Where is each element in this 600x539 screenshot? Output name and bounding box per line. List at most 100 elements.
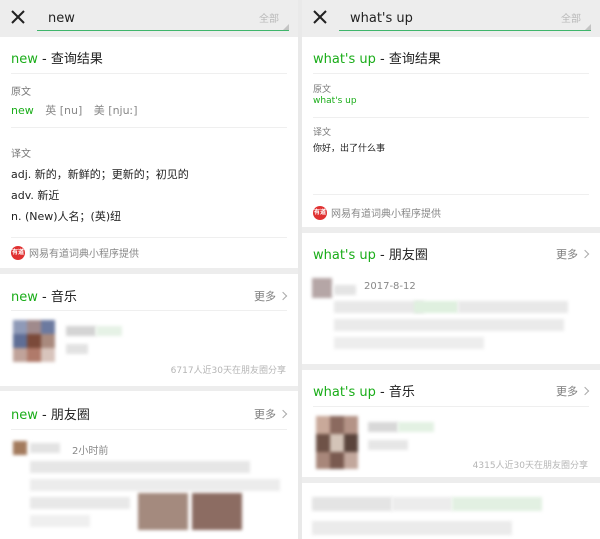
post-text-redacted xyxy=(30,479,280,491)
song-title-redacted xyxy=(66,326,96,336)
avatar[interactable] xyxy=(312,278,332,298)
music-share-stats: 4315人近30天在朋友圈分享 xyxy=(472,461,588,471)
scope-corner-icon xyxy=(283,24,289,30)
post-text-redacted xyxy=(334,337,484,349)
search-input[interactable] xyxy=(350,8,540,28)
username-redacted xyxy=(30,443,60,453)
song-artist-redacted xyxy=(66,344,88,354)
provider-row: 有道 网易有道词典小程序提供 xyxy=(11,245,139,260)
dictionary-card-title: new - 查询结果 xyxy=(11,48,103,67)
avatar[interactable] xyxy=(13,441,27,455)
source-label: 原文 xyxy=(11,87,31,98)
post-text-redacted xyxy=(30,515,90,527)
provider-row: 有道 网易有道词典小程序提供 xyxy=(313,205,441,220)
next-result-card[interactable] xyxy=(302,483,600,539)
scope-corner-icon xyxy=(585,24,591,30)
moments-title-suffix: - 朋友圈 xyxy=(37,408,90,423)
post-text-redacted xyxy=(30,461,250,473)
song-title-redacted xyxy=(96,326,122,336)
post-time: 2017-8-12 xyxy=(364,281,416,292)
dictionary-title-suffix: - 查询结果 xyxy=(375,52,441,67)
provider-text: 网易有道词典小程序提供 xyxy=(331,209,441,220)
music-keyword: what's up xyxy=(313,385,376,400)
chevron-right-icon xyxy=(278,409,288,419)
close-icon[interactable] xyxy=(310,7,330,27)
divider xyxy=(11,127,287,128)
music-more-link[interactable]: 更多 xyxy=(254,288,288,304)
divider xyxy=(313,117,589,118)
more-label: 更多 xyxy=(254,408,276,421)
close-icon[interactable] xyxy=(8,7,28,27)
song-title-redacted xyxy=(368,422,398,432)
post-text-redacted xyxy=(334,301,424,313)
divider xyxy=(313,406,589,407)
dictionary-card-title: what's up - 查询结果 xyxy=(313,48,441,67)
chevron-right-icon xyxy=(278,291,288,301)
moments-more-link[interactable]: 更多 xyxy=(556,246,590,262)
youdao-logo-icon: 有道 xyxy=(11,245,25,260)
music-share-stats: 6717人近30天在朋友圈分享 xyxy=(170,366,286,376)
divider xyxy=(11,73,287,74)
translation-label: 译文 xyxy=(313,128,332,138)
search-field[interactable]: 全部 xyxy=(37,5,289,31)
dictionary-card[interactable]: new - 查询结果 原文 new 英 [nu] 美 [njuː] 译文 adj… xyxy=(0,37,298,268)
more-label: 更多 xyxy=(556,248,578,261)
translation-label: 译文 xyxy=(11,149,31,160)
result-highlight-redacted xyxy=(452,497,542,511)
search-bar: 全部 xyxy=(0,0,298,36)
music-keyword: new xyxy=(11,290,38,305)
moments-more-link[interactable]: 更多 xyxy=(254,406,288,422)
moments-title-suffix: - 朋友圈 xyxy=(375,248,428,263)
youdao-logo-icon: 有道 xyxy=(313,205,327,220)
chevron-right-icon xyxy=(580,249,590,259)
album-thumbnail[interactable] xyxy=(13,320,55,362)
music-card-title: what's up - 音乐 xyxy=(313,381,415,400)
post-image[interactable] xyxy=(192,493,242,530)
chevron-right-icon xyxy=(580,386,590,396)
music-title-suffix: - 音乐 xyxy=(375,385,415,400)
divider xyxy=(11,310,287,311)
post-image[interactable] xyxy=(138,493,188,530)
username-redacted xyxy=(334,285,356,295)
more-label: 更多 xyxy=(556,385,578,398)
post-text-redacted xyxy=(30,497,130,509)
result-text-redacted xyxy=(312,521,512,535)
result-text-redacted xyxy=(312,497,392,511)
divider xyxy=(313,194,589,195)
search-input[interactable] xyxy=(48,8,238,28)
source-word: what's up xyxy=(313,96,357,106)
post-text-redacted xyxy=(334,319,564,331)
post-highlight-redacted xyxy=(414,301,458,313)
more-label: 更多 xyxy=(254,290,276,303)
source-line: new 英 [nu] 美 [njuː] xyxy=(11,102,138,118)
meaning-line: n. (New)人名；(英)纽 xyxy=(11,210,122,223)
search-field[interactable]: 全部 xyxy=(339,5,591,31)
song-title-redacted xyxy=(398,422,434,432)
phonetic-uk: 英 [nu] xyxy=(45,104,83,117)
music-card[interactable]: new - 音乐 更多 6717人近30天在朋友圈分享 xyxy=(0,274,298,386)
moments-card-title: what's up - 朋友圈 xyxy=(313,244,428,263)
music-more-link[interactable]: 更多 xyxy=(556,383,590,399)
search-scope-label[interactable]: 全部 xyxy=(259,10,279,25)
search-scope-label[interactable]: 全部 xyxy=(561,10,581,25)
divider xyxy=(11,237,287,238)
music-card[interactable]: what's up - 音乐 更多 4315人近30天在朋友圈分享 xyxy=(302,370,600,477)
source-word: new xyxy=(11,104,34,117)
moments-card[interactable]: new - 朋友圈 更多 2小时前 xyxy=(0,391,298,539)
result-text-redacted xyxy=(392,497,452,511)
source-label: 原文 xyxy=(313,85,332,95)
dictionary-keyword: what's up xyxy=(313,52,376,67)
album-thumbnail[interactable] xyxy=(316,416,358,469)
post-time: 2小时前 xyxy=(72,446,109,457)
dictionary-card[interactable]: what's up - 查询结果 原文 what's up 译文 你好，出了什么… xyxy=(302,37,600,227)
moments-card[interactable]: what's up - 朋友圈 更多 2017-8-12 xyxy=(302,233,600,364)
music-card-title: new - 音乐 xyxy=(11,286,77,305)
dictionary-keyword: new xyxy=(11,52,38,67)
divider xyxy=(313,73,589,74)
provider-text: 网易有道词典小程序提供 xyxy=(29,249,139,260)
music-title-suffix: - 音乐 xyxy=(37,290,77,305)
translation-text: 你好，出了什么事 xyxy=(313,144,386,154)
dictionary-title-suffix: - 查询结果 xyxy=(37,52,103,67)
meaning-line: adv. 新近 xyxy=(11,189,60,202)
song-artist-redacted xyxy=(368,440,408,450)
